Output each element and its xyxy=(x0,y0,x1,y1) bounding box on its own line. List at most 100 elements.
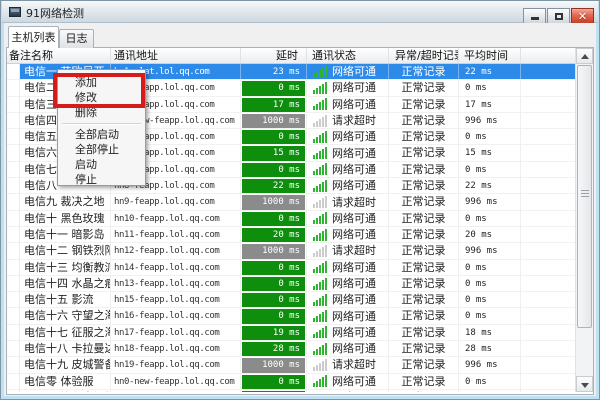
record-cell: 正常记录 xyxy=(389,162,459,178)
avg-time-cell: 20 ms xyxy=(459,227,521,243)
host-name-cell: 电信十 黑色玫瑰 xyxy=(20,211,111,227)
tab-log-label: 日志 xyxy=(66,32,88,45)
signal-bars-icon xyxy=(313,82,328,94)
delay-cell: 28 ms xyxy=(241,341,307,357)
signal-bars-icon xyxy=(313,163,328,175)
address-cell: hn17-feapp.lol.qq.com xyxy=(111,325,241,341)
title-bar[interactable]: 91网络检测 xyxy=(2,1,598,23)
scroll-up-button[interactable] xyxy=(576,48,593,64)
row-gutter xyxy=(7,64,20,80)
status-text: 网络可通 xyxy=(332,260,376,276)
filler-cell xyxy=(521,97,578,113)
signal-bars-icon xyxy=(313,115,328,127)
avg-time-cell: 0 ms xyxy=(459,374,521,390)
menu-item[interactable]: 全部停止 xyxy=(58,142,145,157)
host-name-cell: 网通一 比尔吉沃特 xyxy=(20,390,111,392)
avg-time-cell: 0 ms xyxy=(459,308,521,324)
row-gutter xyxy=(7,243,20,259)
signal-bars-icon xyxy=(313,212,328,224)
status-cell: 网络可通 xyxy=(307,341,389,357)
row-gutter xyxy=(7,178,20,194)
signal-bars-icon xyxy=(313,98,328,110)
table-row[interactable]: 电信十五 影流hn15-feapp.lol.qq.com0 ms网络可通正常记录… xyxy=(7,292,578,308)
filler-cell xyxy=(521,276,578,292)
status-text: 网络可通 xyxy=(332,325,376,341)
host-name-cell: 电信十二 钢铁烈阳 xyxy=(20,243,111,259)
menu-separator xyxy=(60,120,143,127)
signal-bars-icon xyxy=(313,359,328,371)
table-row[interactable]: 电信十二 钢铁烈阳hn12-feapp.lol.qq.com1000 ms请求超… xyxy=(7,243,578,259)
table-row[interactable]: 电信十九 皮城警备hn19-feapp.lol.qq.com1000 ms请求超… xyxy=(7,357,578,373)
filler-cell xyxy=(521,178,578,194)
column-header-delay[interactable]: 延时 xyxy=(241,48,307,63)
row-gutter xyxy=(7,80,20,96)
table-row[interactable]: 电信零 体验服hn0-new-feapp.lol.qq.com0 ms网络可通正… xyxy=(7,374,578,390)
delay-cell: 22 ms xyxy=(241,178,307,194)
close-icon: ✕ xyxy=(572,10,593,23)
delay-cell: 0 ms xyxy=(241,276,307,292)
app-icon xyxy=(9,7,21,17)
record-cell: 正常记录 xyxy=(389,194,459,210)
filler-cell xyxy=(521,162,578,178)
filler-cell xyxy=(521,390,578,392)
signal-bars-icon xyxy=(313,131,328,143)
scrollbar-thumb[interactable] xyxy=(577,65,592,328)
status-cell: 网络可通 xyxy=(307,390,389,392)
record-cell: 正常记录 xyxy=(389,243,459,259)
status-text: 网络可通 xyxy=(332,64,376,80)
tab-host-list[interactable]: 主机列表 xyxy=(8,26,59,48)
filler-cell xyxy=(521,211,578,227)
delay-cell: 0 ms xyxy=(241,374,307,390)
tab-log[interactable]: 日志 xyxy=(59,29,94,48)
window-title: 91网络检测 xyxy=(26,5,84,21)
menu-item[interactable]: 全部启动 xyxy=(58,127,145,142)
row-gutter xyxy=(7,325,20,341)
signal-bars-icon xyxy=(313,229,328,241)
record-cell: 正常记录 xyxy=(389,357,459,373)
delay-cell: 0 ms xyxy=(241,80,307,96)
menu-item[interactable]: 启动 xyxy=(58,157,145,172)
tab-host-list-label: 主机列表 xyxy=(12,31,56,44)
table-row[interactable]: 电信十一 暗影岛hn11-feapp.lol.qq.com20 ms网络可通正常… xyxy=(7,227,578,243)
record-cell: 正常记录 xyxy=(389,374,459,390)
table-row[interactable]: 电信十八 卡拉曼达hn18-feapp.lol.qq.com28 ms网络可通正… xyxy=(7,341,578,357)
signal-bars-icon xyxy=(313,196,328,208)
record-cell: 正常记录 xyxy=(389,178,459,194)
record-cell: 正常记录 xyxy=(389,308,459,324)
scroll-down-button[interactable] xyxy=(576,376,593,392)
table-row[interactable]: 电信十三 均衡教派hn14-feapp.lol.qq.com0 ms网络可通正常… xyxy=(7,260,578,276)
avg-time-cell: 18 ms xyxy=(459,325,521,341)
record-cell: 正常记录 xyxy=(389,97,459,113)
avg-time-cell: 0 ms xyxy=(459,80,521,96)
avg-time-cell: 22 ms xyxy=(459,178,521,194)
record-cell: 正常记录 xyxy=(389,129,459,145)
avg-time-cell: 28 ms xyxy=(459,341,521,357)
row-gutter xyxy=(7,308,20,324)
avg-time-cell: 996 ms xyxy=(459,243,521,259)
host-name-cell: 电信十八 卡拉曼达 xyxy=(20,341,111,357)
column-header-avg[interactable]: 平均时间 xyxy=(459,48,521,63)
address-cell: hn10-feapp.lol.qq.com xyxy=(111,211,241,227)
row-gutter xyxy=(7,276,20,292)
column-header-name[interactable]: 备注名称 xyxy=(7,48,111,63)
table-row[interactable]: 电信十六 守望之海hn16-feapp.lol.qq.com0 ms网络可通正常… xyxy=(7,308,578,324)
column-header-filler xyxy=(521,48,578,63)
status-cell: 网络可通 xyxy=(307,97,389,113)
table-row[interactable]: 网通一 比尔吉沃特wt1-new-feapp.lol.qq.com37 ms网络… xyxy=(7,390,578,392)
table-row[interactable]: 电信十四 水晶之痕hn13-feapp.lol.qq.com0 ms网络可通正常… xyxy=(7,276,578,292)
table-row[interactable]: 电信十 黑色玫瑰hn10-feapp.lol.qq.com0 ms网络可通正常记… xyxy=(7,211,578,227)
vertical-scrollbar[interactable] xyxy=(575,48,593,392)
column-header-address[interactable]: 通讯地址 xyxy=(111,48,241,63)
column-header-record[interactable]: 异常/超时记录 xyxy=(389,48,459,63)
row-gutter xyxy=(7,260,20,276)
menu-item[interactable]: 停止 xyxy=(58,172,145,187)
status-cell: 网络可通 xyxy=(307,129,389,145)
filler-cell xyxy=(521,80,578,96)
signal-bars-icon xyxy=(313,310,328,322)
table-row[interactable]: 电信十七 征服之海hn17-feapp.lol.qq.com19 ms网络可通正… xyxy=(7,325,578,341)
table-row[interactable]: 电信九 裁决之地hn9-feapp.lol.qq.com1000 ms请求超时正… xyxy=(7,194,578,210)
status-text: 网络可通 xyxy=(332,97,376,113)
signal-bars-icon xyxy=(313,147,328,159)
column-header-status[interactable]: 通讯状态 xyxy=(307,48,389,63)
address-cell: hn12-feapp.lol.qq.com xyxy=(111,243,241,259)
